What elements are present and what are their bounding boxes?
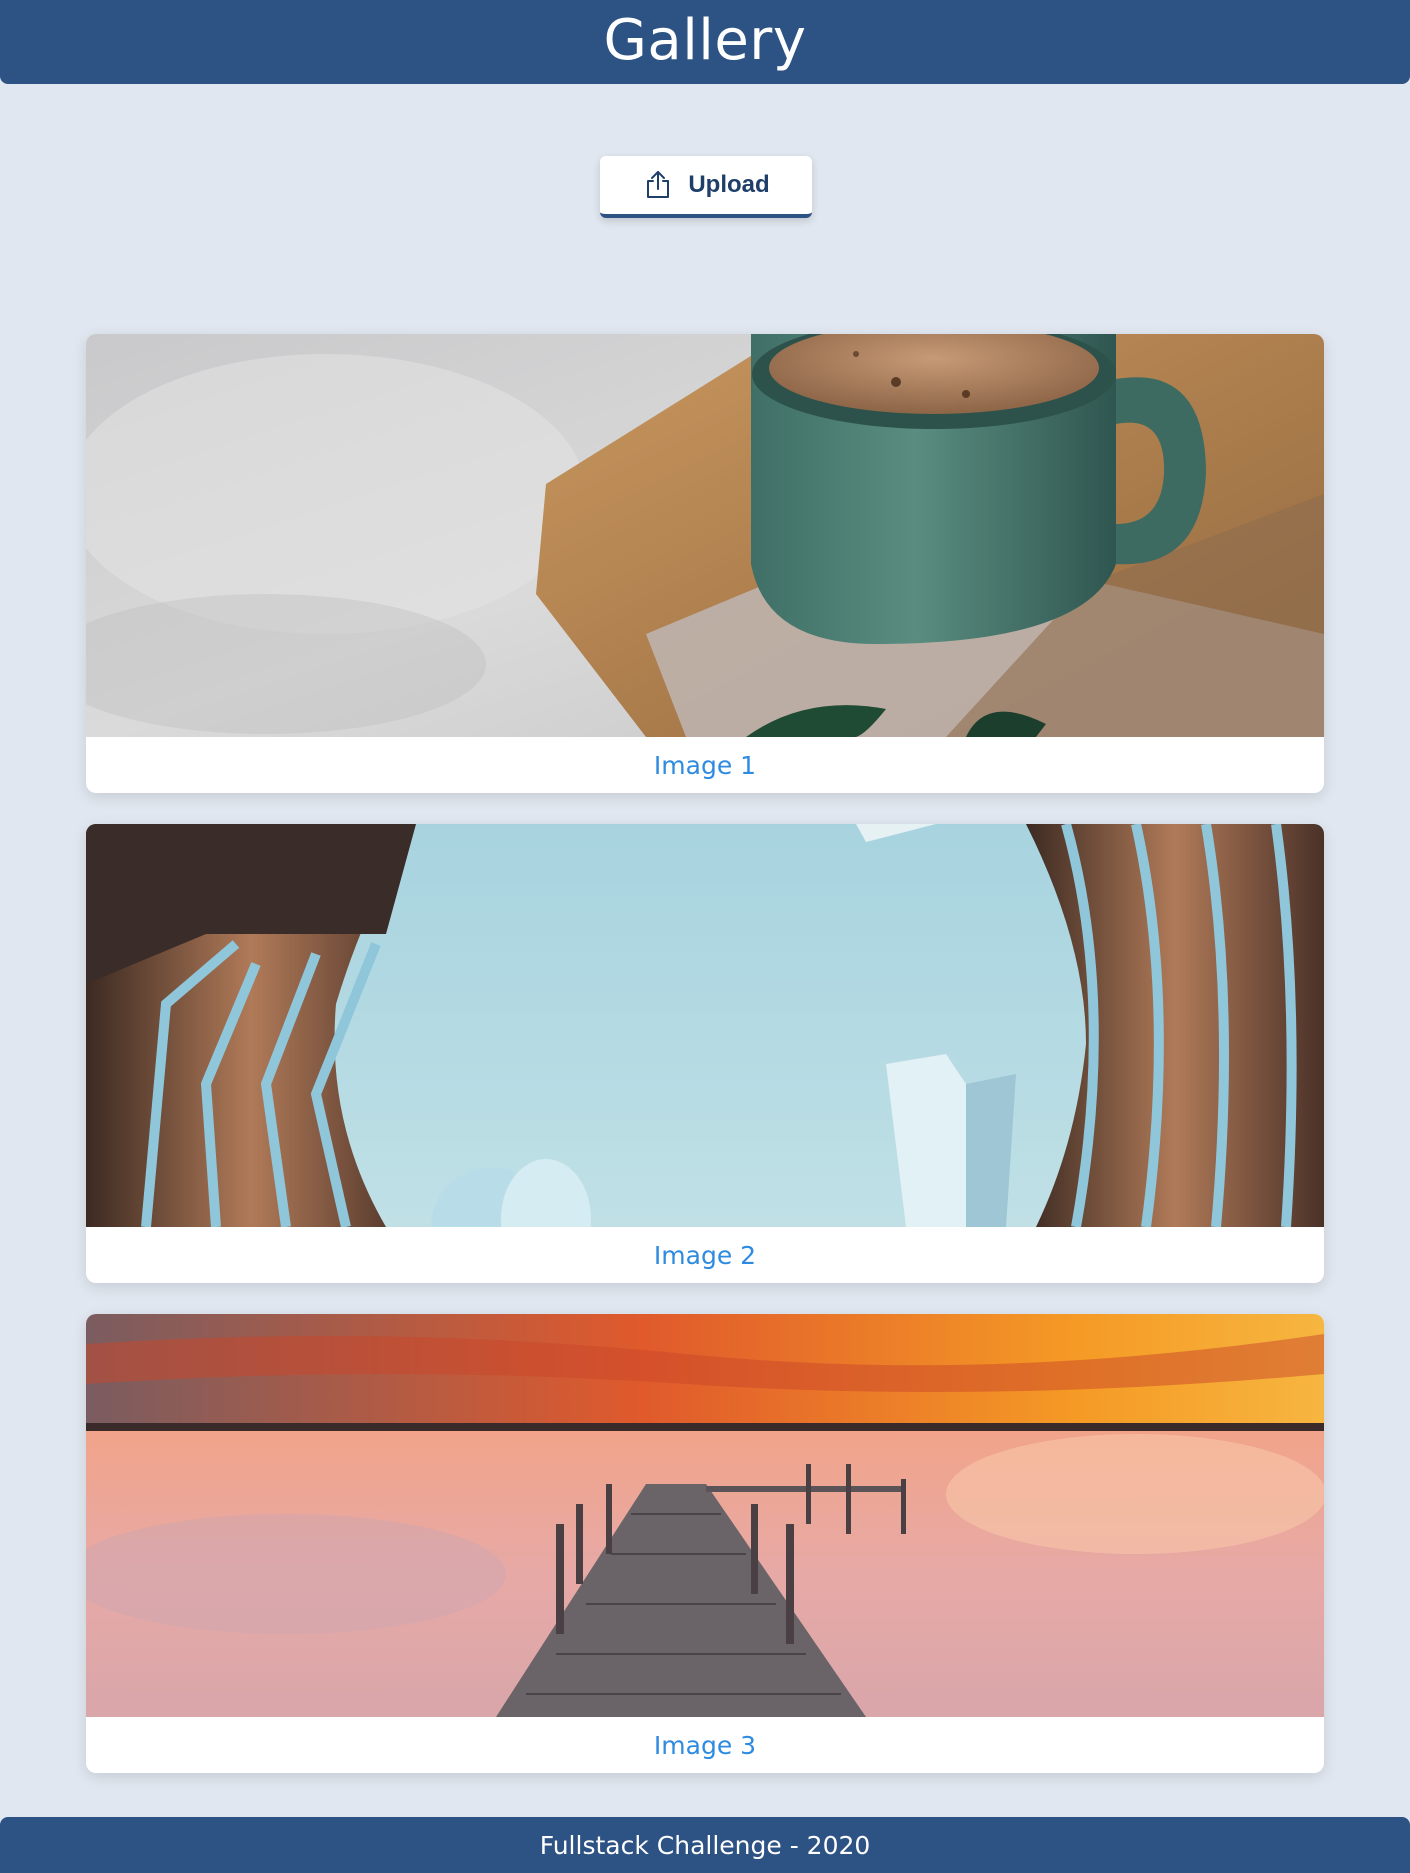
upload-icon bbox=[642, 169, 674, 201]
image-caption: Image 3 bbox=[653, 1730, 757, 1760]
gallery-card[interactable]: Image 3 bbox=[86, 1314, 1324, 1773]
gallery-image[interactable] bbox=[86, 334, 1324, 737]
gallery-card[interactable]: Image 1 bbox=[86, 334, 1324, 793]
gallery-image[interactable] bbox=[86, 824, 1324, 1227]
gallery-card[interactable]: Image 2 bbox=[86, 824, 1324, 1283]
image-caption: Image 1 bbox=[653, 750, 757, 780]
page-title: Gallery bbox=[603, 8, 807, 73]
image-caption: Image 2 bbox=[653, 1240, 757, 1270]
page-footer: Fullstack Challenge - 2020 bbox=[0, 1817, 1410, 1873]
page-header: Gallery bbox=[0, 0, 1410, 84]
upload-button[interactable]: Upload bbox=[600, 156, 812, 218]
gallery-image[interactable] bbox=[86, 1314, 1324, 1717]
upload-button-label: Upload bbox=[688, 171, 770, 198]
